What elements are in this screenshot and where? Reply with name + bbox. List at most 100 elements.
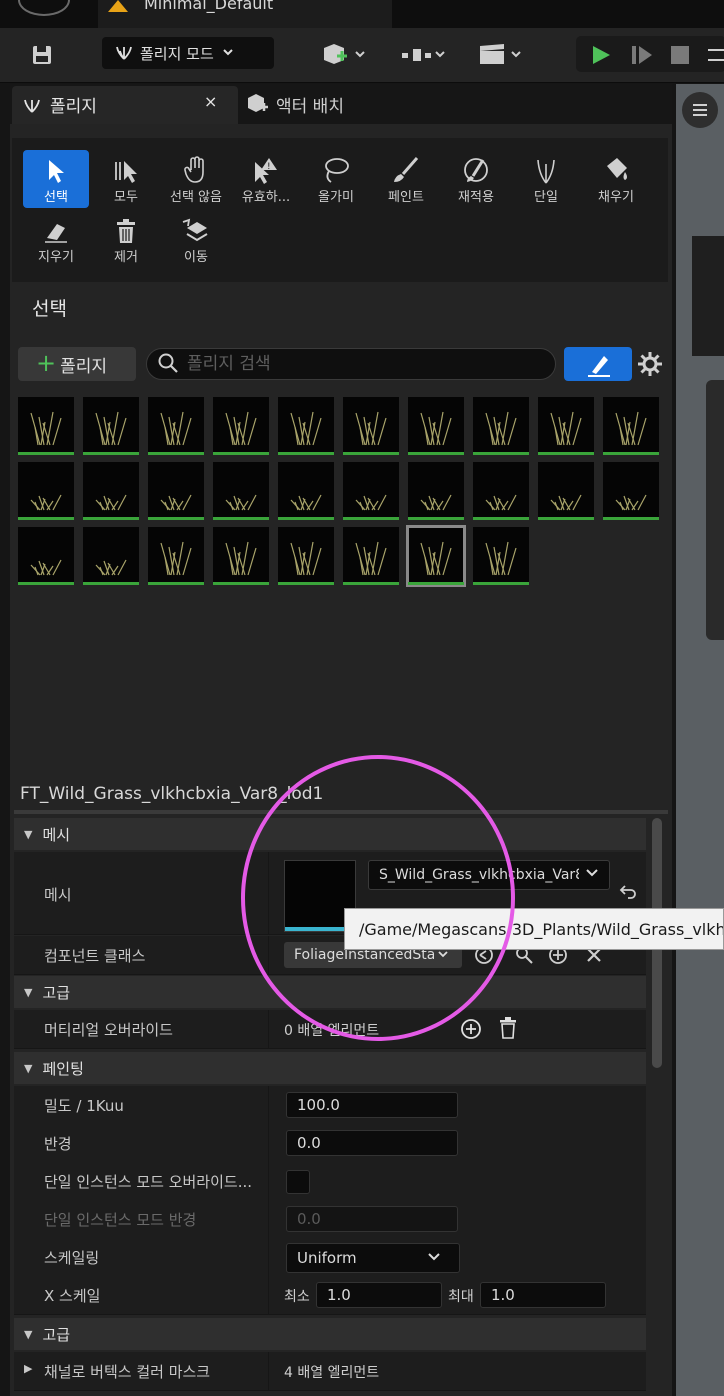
blueprint-button[interactable]: [396, 40, 450, 70]
foliage-thumbnail[interactable]: [603, 397, 659, 455]
viewport-menu-icon[interactable]: [682, 92, 718, 128]
trash-icon: [93, 218, 159, 244]
foliage-thumbnail[interactable]: [18, 527, 74, 585]
foliage-thumbnail[interactable]: [83, 397, 139, 455]
reset-arrow-icon[interactable]: [618, 884, 636, 904]
foliage-thumbnail[interactable]: [278, 527, 334, 585]
foliage-active-indicator: [408, 582, 464, 585]
mode-label: 폴리지 모드: [140, 44, 214, 63]
min-label: 최소: [284, 1289, 310, 1305]
tab-place-actors-label: 액터 배치: [276, 97, 344, 117]
foliage-thumbnail[interactable]: [473, 397, 529, 455]
foliage-thumbnail[interactable]: [473, 462, 529, 520]
foliage-thumbnail[interactable]: [473, 527, 529, 585]
cinematics-button[interactable]: [474, 40, 528, 70]
max-label: 최대: [448, 1289, 474, 1305]
more-options-icon[interactable]: [706, 44, 724, 70]
foliage-thumbnail[interactable]: [408, 397, 464, 455]
tool-label: 채우기: [598, 190, 634, 205]
save-icon[interactable]: [26, 40, 58, 70]
tool-select[interactable]: 선택: [23, 150, 89, 208]
foliage-thumbnail[interactable]: [406, 525, 466, 587]
add-element-icon[interactable]: [460, 1018, 482, 1044]
single-instance-checkbox[interactable]: [286, 1170, 310, 1194]
erase-icon: [23, 218, 89, 244]
scaling-dropdown[interactable]: Uniform: [286, 1243, 460, 1273]
tool-erase[interactable]: 지우기: [23, 218, 89, 265]
foliage-thumbnail[interactable]: [83, 527, 139, 585]
foliage-thumbnail[interactable]: [278, 397, 334, 455]
column-divider: [268, 1238, 269, 1276]
expand-arrow-icon[interactable]: ▶: [24, 1362, 32, 1375]
collapse-arrow-icon: ▼: [24, 1327, 33, 1341]
property-radius: 반경 0.0: [14, 1124, 646, 1163]
density-input[interactable]: 100.0: [286, 1092, 458, 1118]
foliage-thumbnail[interactable]: [148, 397, 204, 455]
foliage-thumbnail[interactable]: [213, 462, 269, 520]
foliage-thumbnail[interactable]: [408, 462, 464, 520]
tool-lasso[interactable]: 올가미: [303, 150, 369, 205]
tool-label: 올가미: [318, 190, 354, 205]
collapse-arrow-icon: ▼: [24, 985, 33, 999]
vertex-mask-value: 4 배열 엘리먼트: [284, 1365, 380, 1381]
foliage-thumbnail[interactable]: [213, 397, 269, 455]
tool-label: 재적용: [458, 190, 494, 205]
foliage-thumbnail[interactable]: [343, 527, 399, 585]
radius-input[interactable]: 0.0: [286, 1130, 458, 1156]
map-tab[interactable]: Minimal_Default: [98, 0, 392, 28]
mode-dropdown[interactable]: 폴리지 모드: [102, 37, 274, 69]
tool-single[interactable]: 단일: [513, 150, 579, 205]
gear-icon[interactable]: [636, 350, 664, 378]
tool-paint[interactable]: 페인트: [373, 150, 439, 205]
add-actor-button[interactable]: [318, 40, 372, 70]
foliage-thumbnail[interactable]: [538, 397, 594, 455]
foliage-thumbnail[interactable]: [538, 462, 594, 520]
category-painting[interactable]: ▼ 페인팅: [14, 1052, 646, 1084]
move-icon: [163, 218, 229, 244]
play-icon[interactable]: [590, 44, 612, 70]
stop-icon[interactable]: [670, 45, 690, 69]
property-label: 밀도 / 1Kuu: [44, 1097, 124, 1115]
tool-remove[interactable]: 제거: [93, 218, 159, 265]
foliage-thumbnail[interactable]: [18, 397, 74, 455]
annotation-circle: [241, 755, 515, 1041]
foliage-thumbnail[interactable]: [278, 462, 334, 520]
foliage-active-indicator: [213, 517, 269, 520]
foliage-thumbnail[interactable]: [148, 462, 204, 520]
foliage-thumbnail[interactable]: [603, 462, 659, 520]
foliage-thumbnail[interactable]: [343, 462, 399, 520]
close-icon[interactable]: ×: [204, 92, 217, 111]
category-label: 페인팅: [42, 1059, 84, 1078]
tab-foliage[interactable]: 폴리지 ×: [12, 86, 238, 124]
foliage-active-indicator: [278, 517, 334, 520]
foliage-active-indicator: [538, 517, 594, 520]
scaling-value: Uniform: [297, 1249, 357, 1267]
tool-label: 이동: [184, 250, 208, 265]
place-actor-icon: [246, 93, 270, 119]
foliage-thumbnail[interactable]: [18, 462, 74, 520]
trash-icon[interactable]: [498, 1017, 518, 1043]
main-toolbar: 폴리지 모드: [0, 28, 724, 83]
foliage-active-indicator: [18, 517, 74, 520]
search-icon: [157, 352, 179, 378]
x-scale-min-input[interactable]: 1.0: [316, 1282, 442, 1308]
tool-deselect[interactable]: 선택 않음: [163, 150, 229, 205]
foliage-thumbnail[interactable]: [83, 462, 139, 520]
tool-select-invalid[interactable]: ! 유효하...: [233, 150, 299, 205]
foliage-thumbnail[interactable]: [213, 527, 269, 585]
foliage-thumbnail[interactable]: [148, 527, 204, 585]
category-advanced-2[interactable]: ▼ 고급: [14, 1318, 646, 1350]
tool-fill[interactable]: 채우기: [583, 150, 649, 205]
search-input[interactable]: [185, 351, 539, 377]
x-scale-max-input[interactable]: 1.0: [480, 1282, 606, 1308]
viewport-overlay: [692, 236, 724, 356]
foliage-thumbnail[interactable]: [343, 397, 399, 455]
step-icon[interactable]: [630, 44, 654, 70]
foliage-active-indicator: [343, 452, 399, 455]
tool-move[interactable]: 이동: [163, 218, 229, 265]
filter-button[interactable]: [564, 347, 632, 381]
property-scaling: 스케일링 Uniform: [14, 1238, 646, 1277]
tool-select-all[interactable]: 모두: [93, 150, 159, 205]
tool-reapply[interactable]: 재적용: [443, 150, 509, 205]
add-foliage-button[interactable]: + 폴리지: [18, 347, 136, 381]
